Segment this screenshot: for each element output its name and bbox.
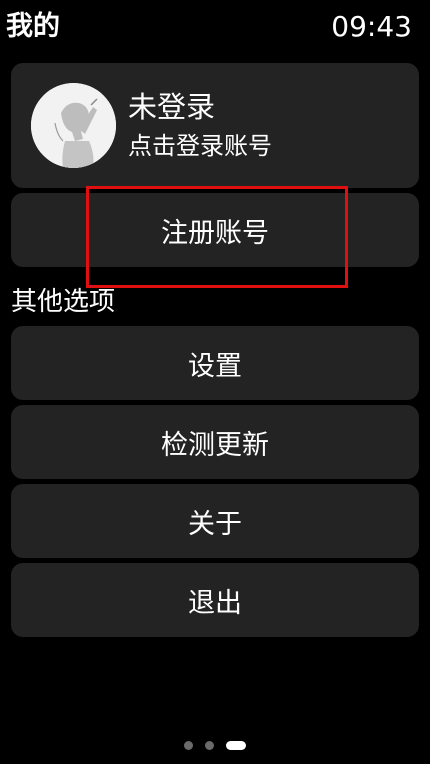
page-dot[interactable] [184,740,193,750]
login-status: 未登录 [128,90,216,124]
page-indicator [0,740,430,750]
settings-button[interactable]: 设置 [11,326,419,400]
register-account-button[interactable]: 注册账号 [11,193,419,267]
profile-card[interactable]: 未登录 点击登录账号 [11,63,419,188]
page-dot[interactable] [205,740,214,750]
about-button[interactable]: 关于 [11,484,419,558]
avatar-icon [31,83,116,168]
exit-button[interactable]: 退出 [11,563,419,637]
clock: 09:43 [331,10,412,43]
check-update-button[interactable]: 检测更新 [11,405,419,479]
header: 我的 09:43 [0,0,430,56]
page-title: 我的 [6,11,60,42]
avatar-illustration [31,83,116,168]
page-dot-active[interactable] [226,740,246,750]
section-title-other-options: 其他选项 [11,287,116,317]
login-hint: 点击登录账号 [128,132,272,160]
